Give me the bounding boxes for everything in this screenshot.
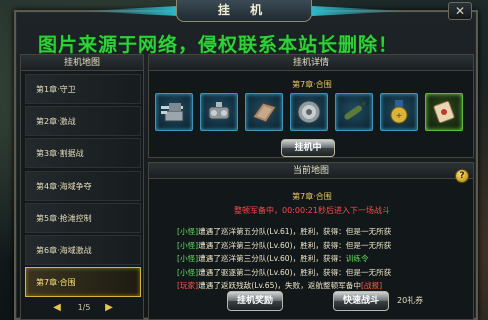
log-line: [小怪]遭遇了巡洋第三分队(Lv.60)，胜利，获得：训练令	[177, 252, 473, 266]
chapter-item[interactable]: 第2章·激战	[25, 106, 141, 137]
hangup-status-button[interactable]: 挂机中	[281, 139, 335, 157]
log-tag: [小怪]	[177, 254, 199, 263]
prev-page-icon[interactable]: ◀	[51, 302, 63, 314]
chapter-item-selected[interactable]: 第7章·合围	[25, 267, 141, 298]
log-text: 遭遇了巡洋第三分队(Lv.60)，胜利，获得：	[198, 254, 346, 263]
battle-log: [小怪]遭遇了巡洋第五分队(Lv.61)，胜利，获得：但是一无所获 [小怪]遭遇…	[177, 225, 473, 293]
log-line: [小怪]遭遇了巡洋第五分队(Lv.61)，胜利，获得：但是一无所获	[177, 225, 473, 239]
reward-item-row: +	[155, 93, 469, 133]
page-indicator: 1/5	[77, 303, 91, 312]
log-line: [玩家]遭遇了返跃残敌(Lv.65)，失败，返航整顿军备中[战报]	[177, 279, 473, 293]
countdown-time: 00:00:21	[282, 206, 318, 215]
log-loot: 训练令	[345, 254, 369, 263]
next-page-icon[interactable]: ▶	[103, 302, 115, 314]
countdown-suffix: 秒后进入下一场战斗	[317, 206, 390, 215]
chapter-item[interactable]: 第6章·海域激战	[25, 234, 141, 265]
log-tail: 但是一无所获	[345, 240, 392, 250]
log-text: 遭遇了返跃残敌(Lv.65)，失败，返航整顿军备中	[198, 281, 361, 290]
log-tail: 但是一无所获	[345, 267, 392, 277]
medal-icon[interactable]: +	[380, 93, 418, 131]
log-text: 遭遇了巡洋第三分队(Lv.60)，胜利，获得：	[198, 240, 346, 250]
log-tail: 但是一无所获	[345, 227, 392, 236]
scroll-icon[interactable]	[425, 93, 463, 131]
armor-plate-icon[interactable]	[245, 93, 283, 131]
hangup-detail-panel: 挂机详情 第7章·合围 + 挂机中	[148, 54, 474, 158]
battle-report-link[interactable]: [战报]	[361, 281, 382, 290]
detail-chapter-title: 第7章·合围	[292, 80, 332, 89]
window-title: 挂 机	[176, 0, 312, 22]
watermark-text: 图片来源于网络，侵权联系本站长删除！	[38, 34, 399, 56]
chapter-item[interactable]: 第3章·割据战	[25, 138, 141, 169]
fast-battle-button[interactable]: 快速战斗	[333, 291, 389, 311]
hangup-map-panel: 挂机地图 第1章·守卫 第2章·激战 第3章·割据战 第4章·海域争夺 第5章·…	[20, 54, 144, 320]
log-tag: [小怪]	[177, 227, 199, 236]
chapter-item[interactable]: 第1章·守卫	[25, 74, 141, 104]
torpedo-icon[interactable]	[335, 93, 373, 131]
coupon-count: 20礼券	[397, 296, 424, 305]
help-icon[interactable]: ?	[455, 169, 469, 183]
hangup-reward-button[interactable]: 挂机奖励	[227, 291, 283, 311]
countdown-prefix: 整顿军备中，	[234, 206, 283, 215]
log-tag: [玩家]	[177, 281, 199, 290]
current-map-panel: 当前地图 ? 第7章·合围 整顿军备中，00:00:21秒后进入下一场战斗 [小…	[148, 162, 474, 320]
radar-disc-icon[interactable]	[290, 93, 328, 131]
chapter-pager: ◀ 1/5 ▶	[21, 297, 145, 319]
engine-icon[interactable]	[200, 93, 238, 131]
hangup-map-header: 挂机地图	[21, 55, 143, 71]
log-text: 遭遇了巡洋第五分队(Lv.61)，胜利，获得：	[198, 227, 346, 236]
chapter-item[interactable]: 第5章·抢滩控制	[25, 202, 141, 233]
log-line: [小怪]遭遇了驱逐第二分队(Lv.60)，胜利，获得：但是一无所获	[177, 266, 473, 280]
log-tag: [小怪]	[177, 267, 199, 277]
current-map-chapter: 第7章·合围	[292, 192, 332, 201]
battle-countdown: 整顿军备中，00:00:21秒后进入下一场战斗	[149, 205, 475, 216]
log-text: 遭遇了驱逐第二分队(Lv.60)，胜利，获得：	[198, 267, 346, 277]
hangup-detail-header: 挂机详情	[149, 55, 473, 71]
turret-icon[interactable]	[155, 93, 193, 131]
log-line: [小怪]遭遇了巡洋第三分队(Lv.60)，胜利，获得：但是一无所获	[177, 239, 473, 253]
current-map-header: 当前地图	[149, 163, 473, 179]
chapter-list: 第1章·守卫 第2章·激战 第3章·割据战 第4章·海域争夺 第5章·抢滩控制 …	[25, 74, 141, 299]
close-icon[interactable]: ✕	[448, 2, 472, 20]
chapter-item[interactable]: 第4章·海域争夺	[25, 170, 141, 201]
log-tag: [小怪]	[177, 240, 199, 250]
svg-text:+: +	[396, 111, 403, 120]
